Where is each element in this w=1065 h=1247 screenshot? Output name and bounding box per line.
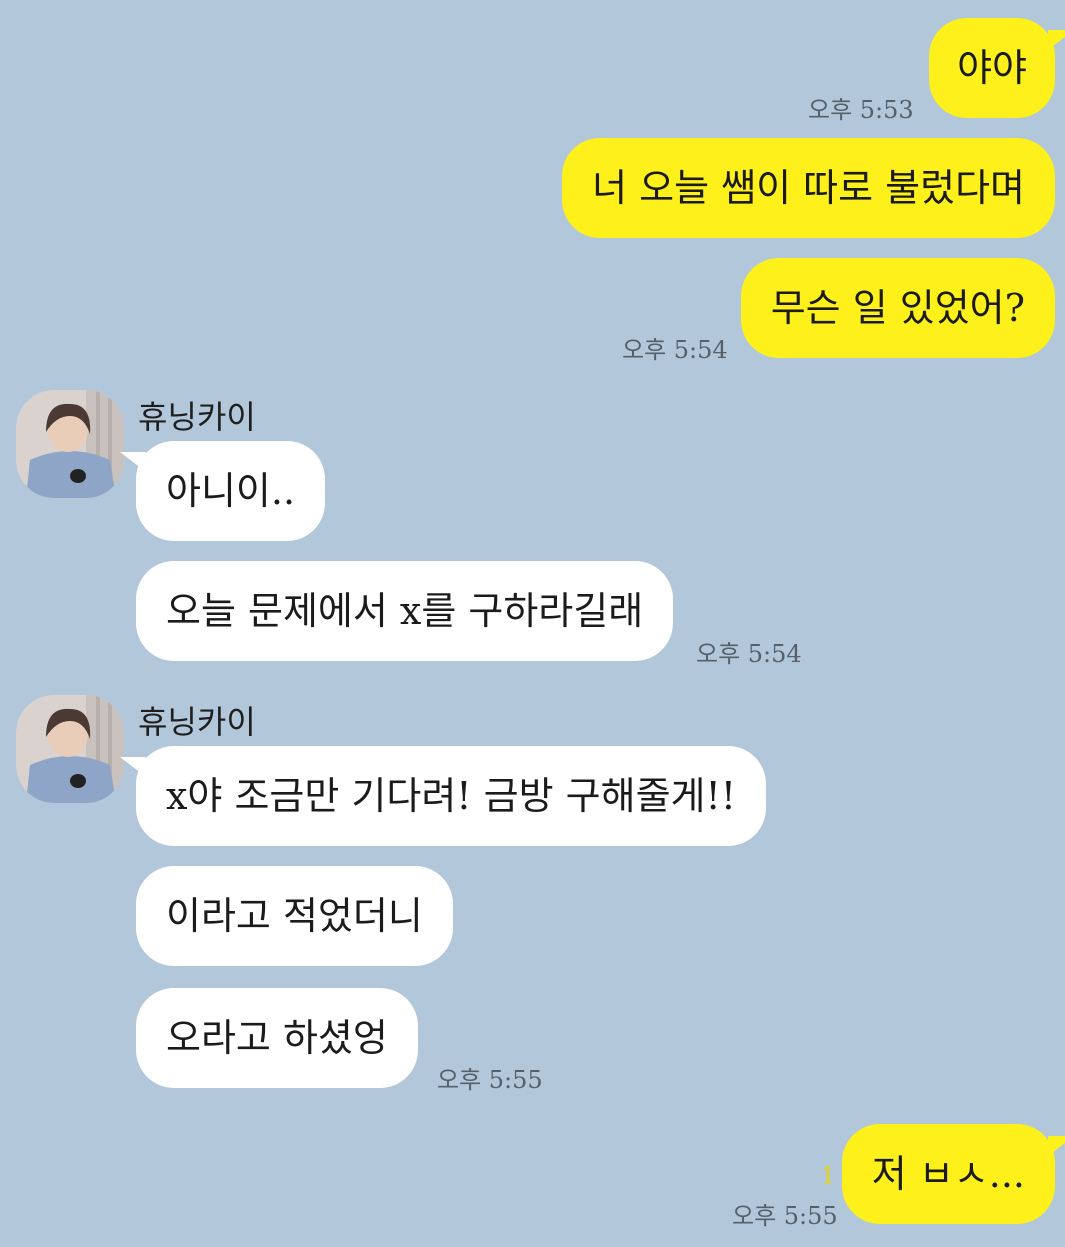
- avatar[interactable]: [16, 695, 124, 803]
- my-message-bubble[interactable]: 무슨 일 있었어?: [740, 258, 1055, 358]
- message-text: 아니이..: [166, 469, 296, 513]
- unread-count: 1: [821, 1164, 835, 1189]
- their-message-bubble[interactable]: 오늘 문제에서 x를 구하라길래: [136, 561, 674, 661]
- their-message-bubble[interactable]: 이라고 적었더니: [136, 866, 453, 966]
- message-text: 너 오늘 쌤이 따로 불렀다며: [592, 166, 1025, 210]
- my-message-bubble[interactable]: 저 ㅂㅅ...: [841, 1124, 1055, 1224]
- their-message-bubble[interactable]: 오라고 하셨엉: [136, 988, 418, 1088]
- message-text: 저 ㅂㅅ...: [871, 1152, 1025, 1196]
- message-text: 오라고 하셨엉: [166, 1016, 388, 1060]
- message-text: 이라고 적었더니: [166, 894, 423, 938]
- message-timestamp: 오후 5:55: [732, 1202, 838, 1230]
- their-message-bubble[interactable]: 아니이..: [136, 441, 326, 541]
- message-timestamp: 오후 5:54: [696, 640, 802, 668]
- avatar[interactable]: [16, 390, 124, 498]
- message-text: 야야: [957, 46, 1027, 90]
- message-text: 오늘 문제에서 x를 구하라길래: [166, 589, 644, 633]
- their-message-bubble[interactable]: x야 조금만 기다려! 금방 구해줄게!!: [136, 746, 767, 846]
- profile-photo-icon: [16, 390, 124, 498]
- profile-photo-icon: [16, 695, 124, 803]
- sender-name: 휴닝카이: [138, 703, 256, 741]
- my-message-bubble[interactable]: 너 오늘 쌤이 따로 불렀다며: [562, 138, 1055, 238]
- message-timestamp: 오후 5:53: [808, 96, 914, 124]
- sender-name: 휴닝카이: [138, 398, 256, 436]
- my-message-bubble[interactable]: 야야: [929, 18, 1055, 118]
- bubble-tail: [1048, 30, 1065, 50]
- message-timestamp: 오후 5:54: [622, 336, 728, 364]
- message-text: 무슨 일 있었어?: [770, 286, 1025, 330]
- message-text: x야 조금만 기다려! 금방 구해줄게!!: [166, 774, 737, 818]
- bubble-tail: [1048, 1136, 1065, 1156]
- message-timestamp: 오후 5:55: [437, 1066, 543, 1094]
